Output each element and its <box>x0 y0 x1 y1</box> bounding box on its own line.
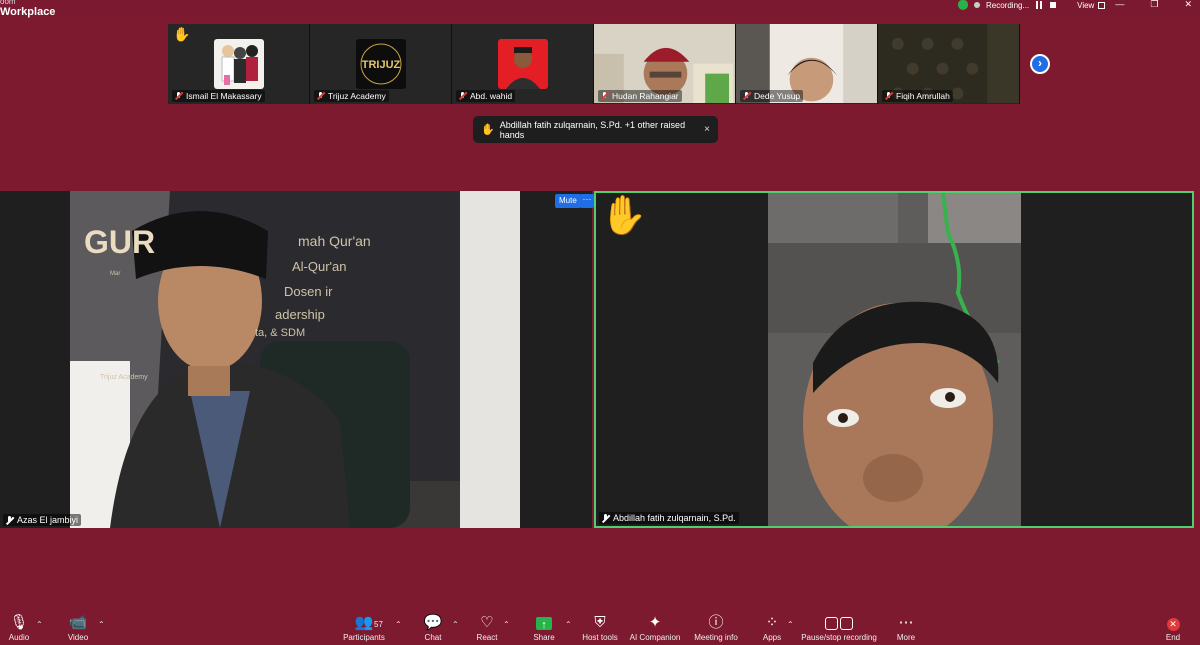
backdrop-text-line: adership <box>275 307 325 322</box>
participant-name-text: Ismail El Makassary <box>186 91 262 101</box>
backdrop-brand: Trijuz Academy <box>100 374 148 381</box>
restore-icon[interactable]: ❐ <box>1150 0 1158 9</box>
stop-recording-icon[interactable] <box>1049 1 1057 9</box>
ai-companion-label: AI Companion <box>629 633 681 642</box>
participant-tile[interactable]: ✋ Ismail El Makassary <box>168 24 310 104</box>
window-controls: — ❐ ✕ <box>1115 0 1192 9</box>
backdrop-text-big: GUR <box>84 224 155 260</box>
mic-off-icon <box>885 92 892 100</box>
svg-text:TRIJUZ: TRIJUZ <box>362 59 401 71</box>
participants-label: Participants <box>343 633 385 642</box>
end-button[interactable]: ✕ End <box>1138 612 1200 642</box>
chevron-up-icon[interactable]: ⌃ <box>787 620 794 629</box>
participant-name: Ismail El Makassary <box>172 90 265 102</box>
participant-name-text: Azas El jambiyi <box>17 515 79 525</box>
share-screen-icon <box>536 614 552 636</box>
close-icon[interactable]: × <box>704 124 710 135</box>
backdrop-text-line: ta, & SDM <box>255 327 305 339</box>
raised-hand-icon: ✋ <box>173 26 191 42</box>
main-video-right[interactable]: Abdillah fatih zulqarnain, S.Pd. <box>594 191 1194 528</box>
raised-hands-toast[interactable]: ✋ Abdillah fatih zulqarnain, S.Pd. +1 ot… <box>473 116 718 143</box>
main-video-left[interactable]: GUR mah Qur'an Al-Qur'an Dosen ir adersh… <box>0 191 592 528</box>
chevron-right-icon: › <box>1038 56 1042 70</box>
participant-video: GUR mah Qur'an Al-Qur'an Dosen ir adersh… <box>70 191 520 528</box>
mic-muted-icon <box>602 514 609 522</box>
mic-off-icon <box>175 92 182 100</box>
pause-stop-icon <box>825 617 853 630</box>
app-title-line2: Workplace <box>0 6 56 18</box>
participant-name: Fiqih Amrullah <box>882 90 953 102</box>
chevron-up-icon[interactable]: ⌃ <box>98 620 105 629</box>
grid-icon <box>1098 1 1106 9</box>
participants-count: 57 <box>374 620 383 629</box>
participant-name-text: Abdillah fatih zulqarnain, S.Pd. <box>613 513 736 523</box>
participant-tile[interactable]: Fiqih Amrullah <box>878 24 1020 104</box>
participant-tile[interactable]: Dede Yusup <box>736 24 878 104</box>
participant-name: Dede Yusup <box>740 90 804 102</box>
backdrop-text-line: mah Qur'an <box>298 233 371 249</box>
ai-companion-button[interactable]: ✦ AI Companion <box>620 612 690 642</box>
raised-hand-icon: ✋ <box>481 124 495 136</box>
sparkle-icon: ✦ <box>648 614 662 631</box>
backdrop-text-line: Al-Qur'an <box>292 259 347 274</box>
minimize-icon[interactable]: — <box>1115 0 1124 9</box>
avatar <box>498 39 548 89</box>
backdrop-text-small: Mar <box>110 271 120 277</box>
toast-text: Abdillah fatih zulqarnain, S.Pd. +1 othe… <box>499 119 686 140</box>
view-label: View <box>1077 0 1095 10</box>
shield-icon[interactable] <box>958 0 968 10</box>
mic-off-icon <box>601 92 608 100</box>
participant-name-text: Hudan Rahangiar <box>612 91 679 101</box>
view-button[interactable]: View <box>1077 0 1106 10</box>
participant-name: Abd. wahid <box>456 90 516 102</box>
recording-dot-icon <box>974 2 980 8</box>
mute-button[interactable]: Mute <box>555 194 581 208</box>
participants-icon: 👥 <box>354 614 374 631</box>
recording-label: Recording... <box>986 0 1030 10</box>
video-label: Video <box>67 633 89 642</box>
avatar <box>214 39 264 89</box>
participant-name-text: Dede Yusup <box>754 91 801 101</box>
participant-name-text: Trijuz Academy <box>328 91 386 101</box>
chevron-up-icon[interactable]: ⌃ <box>36 620 43 629</box>
participant-name: Azas El jambiyi <box>3 514 82 526</box>
more-options-button[interactable]: ··· <box>580 194 594 208</box>
app-title: oom Workplace <box>0 0 55 18</box>
recording-indicator: Recording... View <box>958 0 1106 10</box>
participant-name: Abdillah fatih zulqarnain, S.Pd. <box>599 512 739 524</box>
raised-hand-icon: ✋ <box>600 195 648 237</box>
mic-off-icon <box>459 92 466 100</box>
mic-muted-icon <box>6 516 13 524</box>
meeting-toolbar: 🎙 Audio ⌃ 📹 Video ⌃ 👥 Participants 57 ⌃ … <box>0 612 1200 645</box>
close-icon: ✕ <box>1166 618 1180 631</box>
video-scene <box>768 193 1021 526</box>
more-label: More <box>896 633 916 642</box>
next-page-button[interactable]: › <box>1030 54 1050 74</box>
more-button[interactable]: ⋯ More <box>871 612 941 642</box>
participant-strip: ✋ Ismail El Makassary TRIJUZ Trijuz Acad… <box>168 24 1021 104</box>
close-icon[interactable]: ✕ <box>1184 0 1192 9</box>
backdrop-text-line: Dosen ir <box>284 284 333 299</box>
more-icon: ⋯ <box>898 614 914 631</box>
mic-off-icon <box>317 92 324 100</box>
participant-tile[interactable]: TRIJUZ Trijuz Academy <box>310 24 452 104</box>
mic-off-icon <box>743 92 750 100</box>
participant-name-text: Abd. wahid <box>470 91 513 101</box>
title-bar: oom Workplace Recording... View — ❐ ✕ <box>0 0 1200 18</box>
participant-name-text: Fiqih Amrullah <box>896 91 950 101</box>
participant-video <box>768 193 1021 526</box>
participant-tile[interactable]: Hudan Rahangiar <box>594 24 736 104</box>
participant-name: Trijuz Academy <box>314 90 389 102</box>
participant-name: Hudan Rahangiar <box>598 90 682 102</box>
video-scene: GUR mah Qur'an Al-Qur'an Dosen ir adersh… <box>70 191 520 528</box>
pause-recording-icon[interactable] <box>1035 1 1043 9</box>
trijuz-logo: TRIJUZ <box>356 39 406 89</box>
end-label: End <box>1165 633 1181 642</box>
participants-button[interactable]: 👥 Participants <box>329 612 399 642</box>
participant-tile[interactable]: Abd. wahid <box>452 24 594 104</box>
